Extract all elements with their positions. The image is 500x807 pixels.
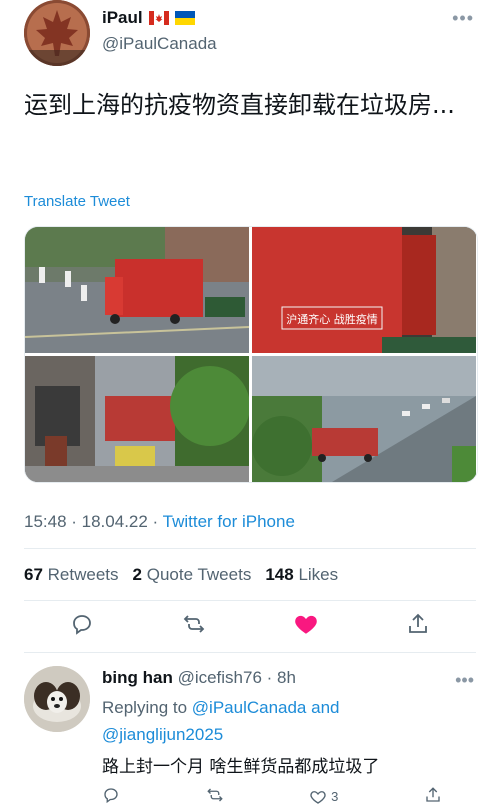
tweet-text: 运到上海的抗疫物资直接卸载在垃圾房... [24,91,455,119]
replying-to: Replying to @iPaulCanada and @jianglijun… [102,698,340,744]
translate-tweet-link[interactable]: Translate Tweet [24,193,130,210]
share-icon[interactable] [424,786,442,807]
like-icon[interactable] [292,610,320,638]
reply-header: bing han @icefish76 · 8h [102,668,296,688]
photo-1[interactable] [25,227,249,353]
truck-banner-text: 沪通齐心 战胜疫情 [286,312,378,326]
reply-icon[interactable] [102,786,120,807]
divider [24,600,476,601]
like-icon[interactable]: 3 [309,786,338,807]
author-name[interactable]: iPaul [102,8,143,28]
canada-flag-icon [148,11,169,25]
tweet-source[interactable]: Twitter for iPhone [163,512,295,531]
reply-like-count: 3 [331,789,339,804]
author-name-row: iPaul [102,8,195,28]
retweets-stat[interactable]: 67 Retweets [24,565,119,585]
reply-author-handle[interactable]: @icefish76 · 8h [178,668,296,687]
more-icon[interactable]: ••• [452,8,474,29]
replying-user-link[interactable]: @jianglijun2025 [102,725,223,744]
reply-icon[interactable] [68,610,96,638]
author-avatar[interactable] [24,0,90,66]
quote-tweets-stat[interactable]: 2 Quote Tweets [133,565,252,585]
reply-text: 路上封一个月 啥生鲜货品都成垃圾了 [102,757,380,777]
reply-actions: 3 [102,786,442,807]
photo-3[interactable] [25,356,249,482]
tweet-actions [24,610,476,638]
more-icon[interactable]: ••• [455,670,474,691]
tweet-meta: 15:48 · 18.04.22 · Twitter for iPhone [24,512,295,532]
share-icon[interactable] [404,610,432,638]
divider [24,652,476,653]
likes-stat[interactable]: 148 Likes [265,565,338,585]
divider [24,548,476,549]
tweet-stats: 67 Retweets 2 Quote Tweets 148 Likes [24,565,338,585]
reply-avatar[interactable] [24,666,90,732]
author-handle[interactable]: @iPaulCanada [102,34,217,54]
tweet-time[interactable]: 15:48 · 18.04.22 · [24,512,163,531]
retweet-icon[interactable] [180,610,208,638]
photo-4[interactable] [252,356,476,482]
ukraine-flag-icon [174,11,195,25]
replying-user-link[interactable]: @iPaulCanada [192,698,307,717]
photo-2[interactable]: 沪通齐心 战胜疫情 [252,227,476,353]
media-grid: 沪通齐心 战胜疫情 [24,226,478,483]
reply-author-name[interactable]: bing han [102,668,173,687]
retweet-icon[interactable] [206,786,224,807]
